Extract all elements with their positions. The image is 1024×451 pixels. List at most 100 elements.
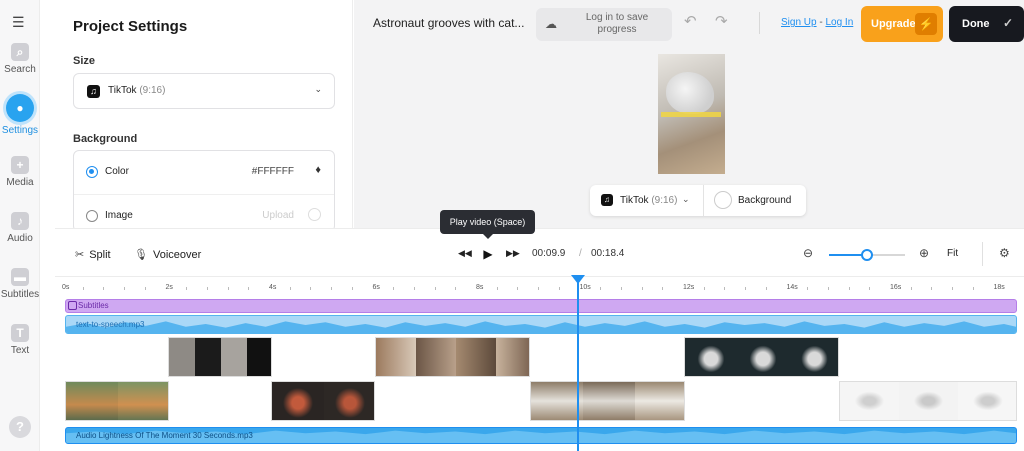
video-clip[interactable] xyxy=(65,381,169,421)
ruler-tick-mark xyxy=(931,287,933,290)
redo-icon[interactable]: ↷ xyxy=(715,12,728,30)
clip-frame xyxy=(169,338,195,376)
music-audio-track[interactable]: Audio Lightness Of The Moment 30 Seconds… xyxy=(65,427,1017,444)
play-icon[interactable]: ▶ xyxy=(479,245,497,263)
color-hex-value[interactable]: #FFFFFF xyxy=(252,166,294,177)
paint-bucket-icon[interactable]: ♦ xyxy=(315,164,321,176)
ruler-tick-mark xyxy=(434,287,436,290)
upload-label[interactable]: Upload xyxy=(262,210,294,221)
ruler-tick-label: 14s xyxy=(786,284,798,291)
lightning-icon: ⚡ xyxy=(915,13,937,35)
video-clip[interactable] xyxy=(684,337,839,377)
zoom-in-icon[interactable]: ⊕ xyxy=(919,246,929,260)
undo-icon[interactable]: ↶ xyxy=(684,12,697,30)
timeline[interactable]: 0s 2s 4s 6s 8s 10s 12s 14s 16s 18s Subtitles text… xyxy=(55,275,1024,451)
color-option-label: Color xyxy=(105,166,129,177)
background-color-swatch[interactable] xyxy=(714,191,732,209)
clip-frame xyxy=(685,338,737,376)
clip-frame xyxy=(66,382,118,420)
ruler-tick-mark xyxy=(248,287,250,290)
skip-back-icon[interactable]: ◀◀ xyxy=(458,248,472,259)
clip-frame xyxy=(583,382,635,420)
voiceover-button[interactable]: 🎙 Voiceover xyxy=(134,248,201,261)
ruler-tick-mark xyxy=(807,287,809,290)
header-divider xyxy=(759,12,760,34)
menu-icon[interactable]: ☰ xyxy=(12,14,25,31)
playhead[interactable] xyxy=(577,277,579,451)
upgrade-button[interactable]: Upgrade ⚡ xyxy=(861,6,943,42)
skip-forward-icon[interactable]: ▶▶ xyxy=(506,248,520,259)
ruler-tick-label: 4s xyxy=(269,284,277,291)
search-icon: ⌕ xyxy=(11,43,29,61)
rail-item-text[interactable]: T Text xyxy=(0,324,40,356)
current-time: 00:09.9 xyxy=(532,248,566,259)
rail-item-media[interactable]: + Media xyxy=(0,156,40,188)
help-button[interactable]: ? xyxy=(9,416,31,438)
size-select[interactable]: ♫ TikTok (9:16) ⌄ xyxy=(73,73,335,109)
zoom-out-icon[interactable]: ⊖ xyxy=(803,246,813,260)
rail-item-search[interactable]: ⌕ Search xyxy=(0,43,40,75)
ruler-tick-mark xyxy=(952,287,954,290)
clip-frame xyxy=(496,338,529,376)
ruler-tick-mark xyxy=(496,287,498,290)
fit-button[interactable]: Fit xyxy=(947,248,958,259)
sign-up-link[interactable]: Sign Up xyxy=(781,17,817,28)
ruler-tick-mark xyxy=(703,287,705,290)
video-clip[interactable] xyxy=(168,337,272,377)
check-icon: ✓ xyxy=(1002,16,1013,30)
tiktok-icon: ♫ xyxy=(87,85,100,98)
clip-frame xyxy=(195,338,221,376)
clip-frame xyxy=(635,382,684,420)
done-button[interactable]: Done ✓ xyxy=(949,6,1024,42)
chevron-down-icon[interactable]: ⌄ xyxy=(682,194,690,205)
clip-frame xyxy=(456,338,496,376)
video-preview[interactable] xyxy=(658,54,725,174)
ruler-tick-label: 2s xyxy=(165,284,173,291)
video-clip[interactable] xyxy=(839,381,1017,421)
clip-frame xyxy=(118,382,168,420)
subtitles-track[interactable]: Subtitles xyxy=(65,299,1017,313)
log-in-link[interactable]: Log In xyxy=(825,17,853,28)
editor-window: ☰ ⌕ Search ● Settings + Media ♪ Audio ▬ … xyxy=(0,0,1024,451)
project-title[interactable]: Astronaut grooves with cat... xyxy=(373,16,524,30)
ruler-tick-label: 0s xyxy=(62,284,70,291)
rail-item-subtitles[interactable]: ▬ Subtitles xyxy=(0,268,40,300)
save-progress-chip[interactable]: ☁ Log in to save progress xyxy=(536,8,672,41)
size-label: Size xyxy=(73,55,96,67)
rail-label-text: Text xyxy=(10,345,30,356)
background-option-color[interactable]: Color #FFFFFF ♦ xyxy=(74,151,334,193)
microphone-icon: 🎙 xyxy=(134,249,148,261)
rail-item-audio[interactable]: ♪ Audio xyxy=(0,212,40,244)
zoom-slider-handle[interactable] xyxy=(861,249,873,261)
video-clip[interactable] xyxy=(271,381,375,421)
toolbar-divider xyxy=(982,242,983,266)
ruler-tick-mark xyxy=(724,287,726,290)
gear-icon[interactable]: ⚙ xyxy=(999,246,1010,260)
ruler-tick-mark xyxy=(641,287,643,290)
project-settings-panel: Project Settings Size ♫ TikTok (9:16) ⌄ … xyxy=(55,0,353,232)
split-button[interactable]: ✂ Split xyxy=(75,248,111,261)
preview-size-select[interactable]: TikTok (9:16) xyxy=(620,195,677,206)
voiceover-audio-track[interactable]: text-to-speech.mp3 xyxy=(65,315,1017,334)
preview-bar-divider xyxy=(703,185,704,216)
ruler-tick-mark xyxy=(745,287,747,290)
video-clip[interactable] xyxy=(530,381,685,421)
ruler-tick-mark xyxy=(310,287,312,290)
upload-icon[interactable] xyxy=(308,208,321,221)
ruler-tick-mark xyxy=(827,287,829,290)
image-radio[interactable] xyxy=(86,210,98,222)
ruler-tick-mark xyxy=(103,287,105,290)
image-option-label: Image xyxy=(105,210,133,221)
video-clip[interactable] xyxy=(375,337,530,377)
ruler-tick-label: 16s xyxy=(890,284,902,291)
color-radio[interactable] xyxy=(86,166,98,178)
zoom-slider[interactable] xyxy=(829,249,905,261)
preview-background-label[interactable]: Background xyxy=(738,195,791,206)
cloud-off-icon: ☁ xyxy=(545,17,557,31)
ruler-tick-label: 10s xyxy=(579,284,591,291)
playback-toolbar: ✂ Split 🎙 Voiceover Play video (Space) ◀◀ … xyxy=(55,210,1024,276)
ruler-tick-mark xyxy=(600,287,602,290)
rail-label-settings: Settings xyxy=(1,125,39,136)
timeline-ruler[interactable]: 0s 2s 4s 6s 8s 10s 12s 14s 16s 18s xyxy=(55,277,1024,295)
rail-item-settings[interactable]: ● Settings xyxy=(0,94,40,136)
